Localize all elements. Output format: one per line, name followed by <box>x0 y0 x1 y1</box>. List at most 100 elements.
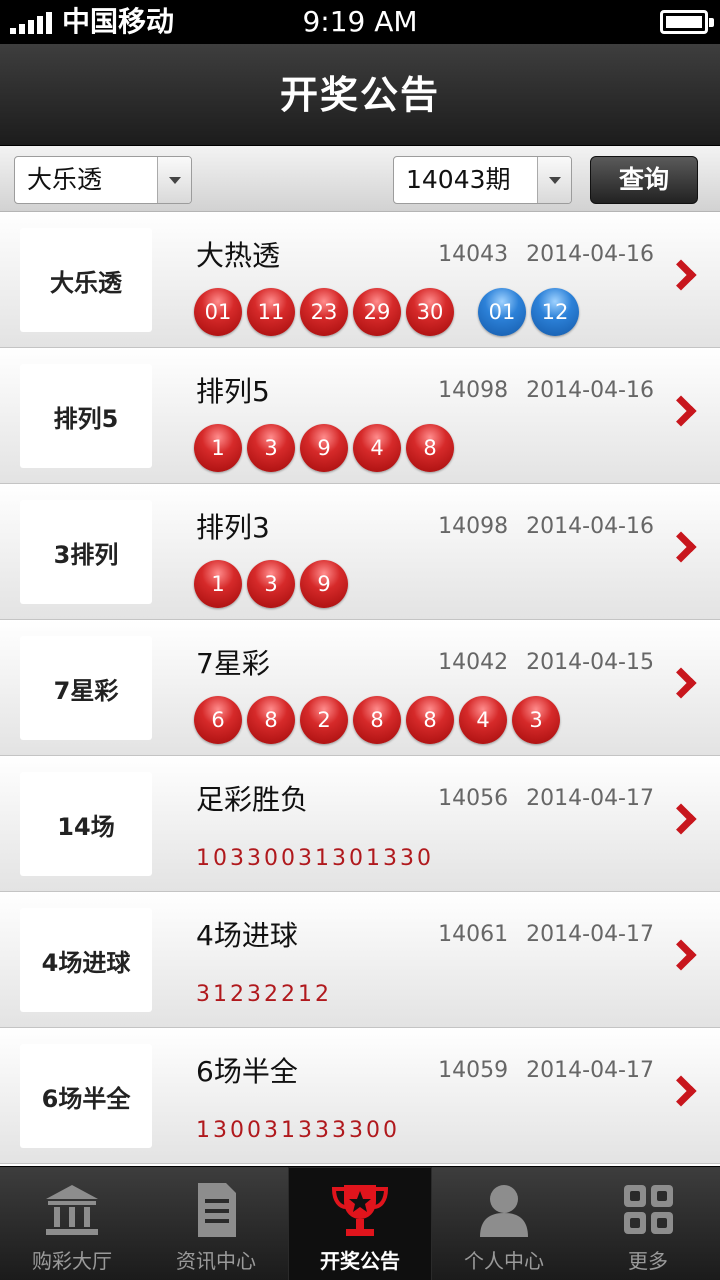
draw-date: 2014-04-16 <box>526 514 654 539</box>
tab-2[interactable]: 开奖公告 <box>288 1167 432 1280</box>
lotto-logo-4cjq: 4场进球 <box>20 908 152 1012</box>
draw-date: 2014-04-17 <box>526 922 654 947</box>
results-list: 大乐透 大热透 14043 2014-04-16 01 11 23 29 30 01 12 排列5 排列… <box>0 212 720 1164</box>
lotto-logo-14c: 14场 <box>20 772 152 876</box>
tab-0[interactable]: 购彩大厅 <box>0 1167 144 1280</box>
tab-1[interactable]: 资讯中心 <box>144 1167 288 1280</box>
result-row[interactable]: 6场半全 6场半全 14059 2014-04-17 130031333300 <box>0 1028 720 1164</box>
logo-text: 7星彩 <box>53 676 119 705</box>
logo-text: 大乐透 <box>50 268 122 297</box>
result-numbers: 10330031301330 <box>196 846 434 871</box>
red-ball: 8 <box>406 424 454 472</box>
red-ball: 4 <box>459 696 507 744</box>
tab-label: 更多 <box>628 1249 668 1273</box>
draw-meta: 14098 2014-04-16 <box>438 378 654 403</box>
chevron-down-icon[interactable] <box>537 157 571 203</box>
tab-bar: 购彩大厅 资讯中心 开奖公告 个人中心 更多 <box>0 1166 720 1280</box>
lotto-logo-pl3: 3排列 <box>20 500 152 604</box>
draw-meta: 14043 2014-04-16 <box>438 242 654 267</box>
tab-4[interactable]: 更多 <box>576 1167 720 1280</box>
draw-date: 2014-04-17 <box>526 1058 654 1083</box>
issue-number: 14098 <box>438 378 509 403</box>
lotto-logo-dlt: 大乐透 <box>20 228 152 332</box>
person-icon <box>474 1181 534 1239</box>
draw-date: 2014-04-16 <box>526 378 654 403</box>
logo-text: 6场半全 <box>41 1084 131 1113</box>
issue-number: 14098 <box>438 514 509 539</box>
issue-select[interactable]: 14043期 <box>393 156 572 204</box>
draw-meta: 14056 2014-04-17 <box>438 786 654 811</box>
result-row[interactable]: 排列5 排列5 14098 2014-04-16 1 3 9 4 8 <box>0 348 720 484</box>
chevron-right-icon[interactable] <box>665 1075 697 1107</box>
lottery-name: 4场进球 <box>196 919 298 952</box>
chevron-right-icon[interactable] <box>665 259 697 291</box>
result-numbers: 130031333300 <box>196 1118 400 1143</box>
red-ball: 3 <box>247 424 295 472</box>
chevron-down-icon[interactable] <box>157 157 191 203</box>
issue-number: 14043 <box>438 242 509 267</box>
red-ball: 8 <box>247 696 295 744</box>
chevron-right-icon[interactable] <box>665 667 697 699</box>
blue-ball: 12 <box>531 288 579 336</box>
result-row[interactable]: 7星彩 7星彩 14042 2014-04-15 6 8 2 8 8 4 3 <box>0 620 720 756</box>
ball-list: 01 11 23 29 30 01 12 <box>194 288 579 336</box>
chevron-right-icon[interactable] <box>665 939 697 971</box>
ball-list: 13948 <box>194 424 454 472</box>
issue-select-value: 14043期 <box>406 165 511 194</box>
red-ball: 01 <box>194 288 242 336</box>
lotto-logo-7xc: 7星彩 <box>20 636 152 740</box>
red-ball: 23 <box>300 288 348 336</box>
red-ball: 1 <box>194 424 242 472</box>
lottery-name: 足彩胜负 <box>196 783 309 816</box>
red-ball: 9 <box>300 560 348 608</box>
issue-number: 14059 <box>438 1058 509 1083</box>
red-ball: 8 <box>353 696 401 744</box>
lottery-name: 大热透 <box>196 239 281 272</box>
red-ball: 1 <box>194 560 242 608</box>
logo-text: 排列5 <box>53 404 119 433</box>
logo-text: 14场 <box>57 812 115 841</box>
filter-bar: 大乐透 14043期 查询 <box>0 146 720 212</box>
chevron-right-icon[interactable] <box>665 395 697 427</box>
lottery-name: 6场半全 <box>196 1055 298 1088</box>
red-ball: 3 <box>512 696 560 744</box>
blue-ball: 01 <box>478 288 526 336</box>
query-button[interactable]: 查询 <box>590 156 698 204</box>
tab-3[interactable]: 个人中心 <box>432 1167 576 1280</box>
result-row[interactable]: 14场 足彩胜负 14056 2014-04-17 10330031301330 <box>0 756 720 892</box>
battery-icon <box>660 10 714 34</box>
logo-text: 3排列 <box>53 540 119 569</box>
red-ball: 3 <box>247 560 295 608</box>
lotto-logo-pl5: 排列5 <box>20 364 152 468</box>
clock: 9:19 AM <box>302 5 418 38</box>
result-row[interactable]: 3排列 排列3 14098 2014-04-16 1 3 9 <box>0 484 720 620</box>
draw-meta: 14098 2014-04-16 <box>438 514 654 539</box>
draw-date: 2014-04-17 <box>526 786 654 811</box>
page-title: 开奖公告 <box>279 73 440 117</box>
grid-icon <box>618 1181 678 1239</box>
result-row[interactable]: 大乐透 大热透 14043 2014-04-16 01 11 23 29 30 01 12 <box>0 212 720 348</box>
lottery-select[interactable]: 大乐透 <box>14 156 192 204</box>
red-ball: 30 <box>406 288 454 336</box>
red-ball: 6 <box>194 696 242 744</box>
lottery-name: 7星彩 <box>196 647 270 680</box>
red-ball: 9 <box>300 424 348 472</box>
ball-list: 6828843 <box>194 696 560 744</box>
logo-text: 4场进球 <box>41 948 131 977</box>
draw-meta: 14059 2014-04-17 <box>438 1058 654 1083</box>
issue-number: 14042 <box>438 650 509 675</box>
draw-meta: 14042 2014-04-15 <box>438 650 654 675</box>
ball-list: 139 <box>194 560 348 608</box>
document-icon <box>186 1181 246 1239</box>
chevron-right-icon[interactable] <box>665 803 697 835</box>
chevron-right-icon[interactable] <box>665 531 697 563</box>
red-ball: 29 <box>353 288 401 336</box>
status-bar: 中国移动 9:19 AM <box>0 0 720 44</box>
trophy-icon <box>330 1181 390 1239</box>
issue-number: 14056 <box>438 786 509 811</box>
lottery-name: 排列5 <box>196 375 270 408</box>
red-ball: 2 <box>300 696 348 744</box>
lottery-select-value: 大乐透 <box>27 165 103 194</box>
lottery-name: 排列3 <box>196 511 270 544</box>
result-row[interactable]: 4场进球 4场进球 14061 2014-04-17 31232212 <box>0 892 720 1028</box>
